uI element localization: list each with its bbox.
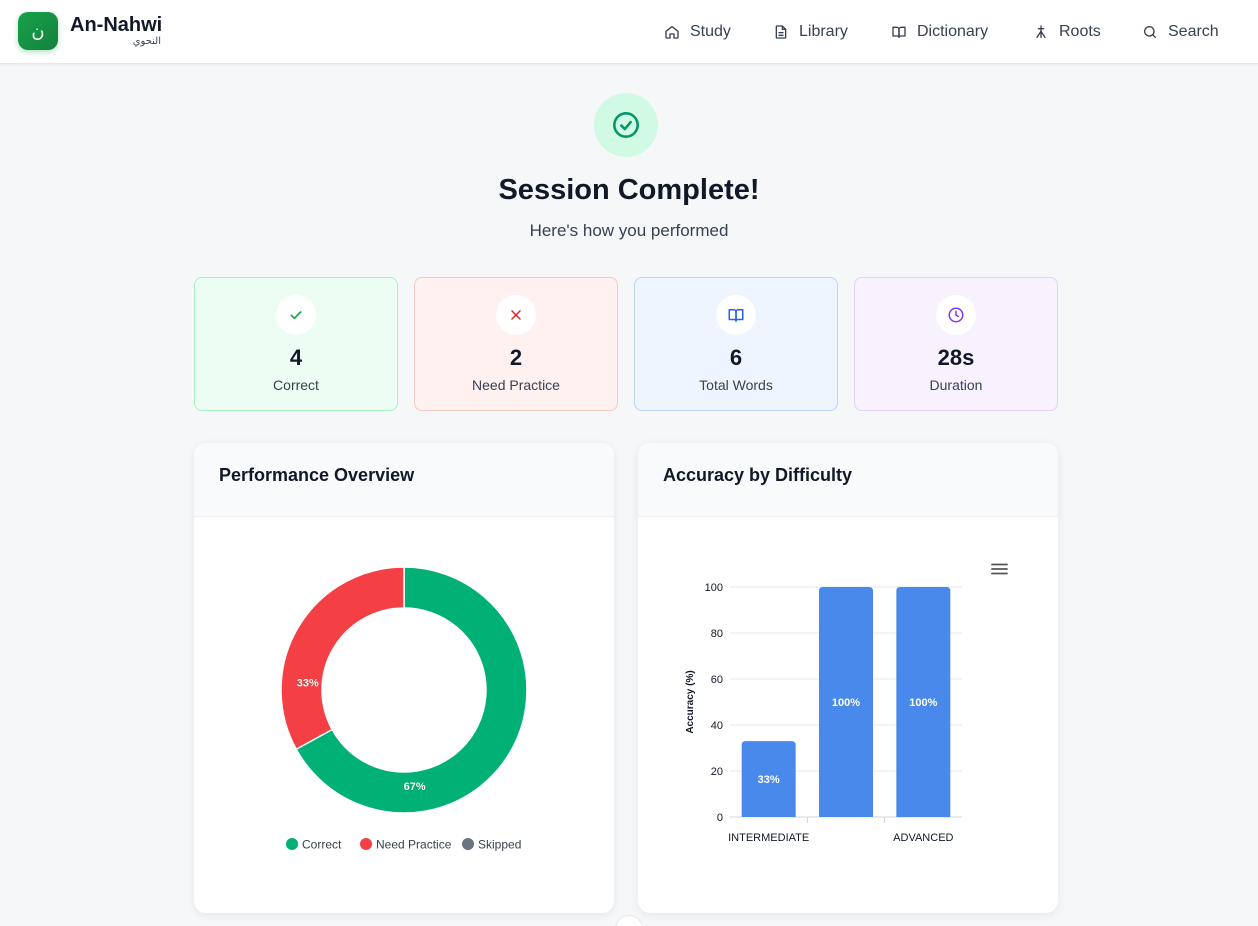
book-open-icon (728, 309, 744, 322)
accuracy-bar-chart: 0 20 40 60 80 100 33% INTERMEDIATE 100% 100% ADVAN… (685, 558, 1013, 844)
stat-card-duration: 28s Duration (854, 277, 1058, 411)
clock-icon (948, 307, 964, 323)
document-icon (775, 25, 787, 39)
top-navigation-bar: ن An-Nahwi النحوي Study Library Dictiona… (0, 0, 1258, 64)
y-tick-label: 100 (705, 582, 723, 594)
x-icon (511, 310, 521, 320)
stat-icon-badge (936, 295, 976, 335)
y-tick-label: 60 (711, 674, 723, 686)
donut-slice-need-practice (280, 566, 405, 751)
nav-search[interactable]: Search (1142, 19, 1219, 45)
stat-value: 4 (289, 345, 303, 370)
nav-search-label: Search (1168, 23, 1219, 40)
page-title: Session Complete! (498, 174, 760, 206)
hamburger-menu-icon[interactable] (989, 558, 1013, 580)
nav-roots[interactable]: Roots (1033, 19, 1101, 45)
book-icon (892, 26, 906, 38)
stat-value: 6 (729, 345, 743, 370)
bar-data-label: 33% (758, 774, 780, 786)
nav-library[interactable]: Library (773, 19, 848, 45)
stat-label: Need Practice (472, 377, 560, 393)
y-tick-label: 20 (711, 766, 723, 778)
legend-marker (360, 838, 372, 850)
check-circle-icon (613, 112, 639, 138)
nav-roots-label: Roots (1059, 23, 1101, 40)
performance-donut-chart: 67% 33% Correct Need Practice Skipped (280, 566, 528, 852)
stat-label: Total Words (699, 377, 773, 393)
stat-card-correct: 4 Correct (194, 277, 398, 411)
nav-dictionary[interactable]: Dictionary (891, 19, 988, 45)
accuracy-by-difficulty-panel: Accuracy by Difficulty 0 20 40 60 80 100 33% IN… (638, 443, 1058, 913)
legend-label: Correct (302, 838, 342, 852)
scroll-to-top-button[interactable] (615, 915, 643, 926)
x-tick-label: INTERMEDIATE (728, 832, 809, 844)
page-subtitle: Here's how you performed (529, 221, 729, 240)
nav-study[interactable]: Study (664, 19, 731, 45)
legend-marker (286, 838, 298, 850)
stat-icon-badge (496, 295, 536, 335)
nav-dictionary-label: Dictionary (917, 23, 989, 40)
stat-label: Duration (929, 377, 983, 393)
legend-marker (462, 838, 474, 850)
home-icon (665, 26, 679, 39)
app-logo[interactable]: ن (18, 12, 58, 50)
stat-icon-badge (716, 295, 756, 335)
stat-value: 2 (509, 345, 523, 370)
stat-card-need-practice: 2 Need Practice (414, 277, 618, 411)
app-name-arabic: النحوي (132, 36, 161, 47)
check-icon (290, 311, 302, 320)
stat-card-total-words: 6 Total Words (634, 277, 838, 411)
nav-library-label: Library (799, 23, 848, 40)
stat-label: Correct (273, 377, 319, 393)
roots-icon (1036, 25, 1046, 38)
y-axis-label: Accuracy (%) (685, 670, 696, 733)
session-complete-badge (594, 93, 658, 157)
donut-data-label: 33% (297, 677, 319, 689)
performance-overview-panel: Performance Overview 67% 33% Correct Need P… (194, 443, 614, 913)
legend-label: Need Practice (376, 838, 452, 852)
bar-data-label: 100% (909, 697, 937, 709)
y-tick-label: 80 (711, 628, 723, 640)
stat-value: 28s (937, 345, 975, 370)
stat-icon-badge (276, 295, 316, 335)
donut-data-label: 67% (404, 781, 426, 793)
search-icon (1144, 26, 1156, 38)
nav-study-label: Study (690, 23, 731, 40)
app-name[interactable]: An-Nahwi (70, 14, 162, 37)
legend-label: Skipped (478, 838, 521, 852)
bar-data-label: 100% (832, 697, 860, 709)
x-tick-label: ADVANCED (893, 832, 953, 844)
y-tick-label: 0 (717, 812, 723, 824)
y-tick-label: 40 (711, 720, 723, 732)
